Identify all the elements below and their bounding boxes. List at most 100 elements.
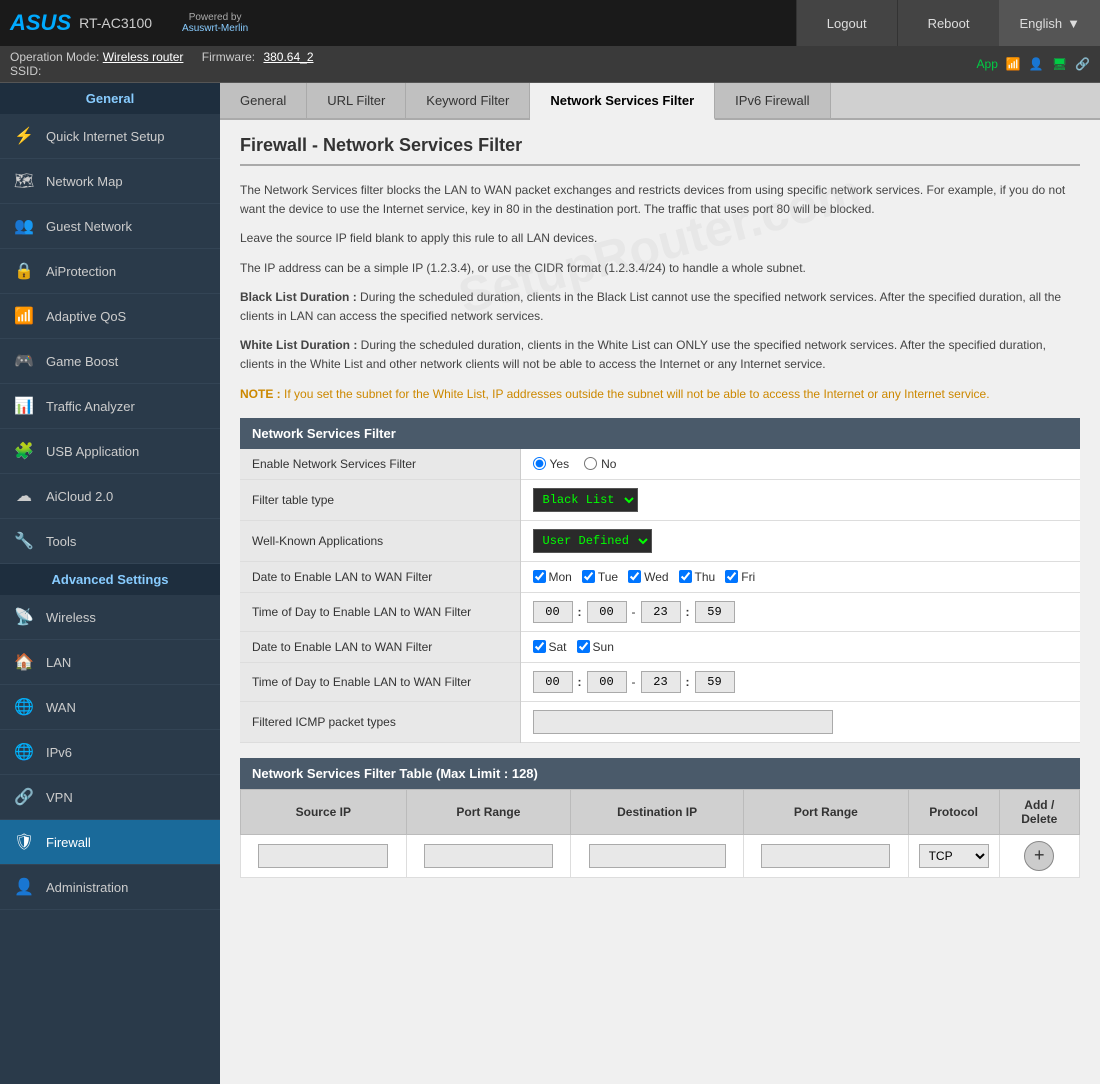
add-button[interactable]: + <box>1024 841 1054 871</box>
dash-sep-2: - <box>632 675 636 689</box>
logout-button[interactable]: Logout <box>796 0 897 46</box>
chevron-down-icon: ▼ <box>1067 16 1080 31</box>
wan-icon: 🌐 <box>12 695 36 719</box>
sidebar-label-administration: Administration <box>46 880 128 895</box>
sidebar-item-aicloud[interactable]: ☁ AiCloud 2.0 <box>0 474 220 519</box>
sidebar-item-tools[interactable]: 🔧 Tools <box>0 519 220 564</box>
row-date-weekend: Date to Enable LAN to WAN Filter Sat Sun <box>240 631 1080 662</box>
sidebar-label-aicloud: AiCloud 2.0 <box>46 489 113 504</box>
black-list-desc: Black List Duration : During the schedul… <box>240 288 1080 326</box>
administration-icon: 👤 <box>12 875 36 899</box>
enable-no-radio[interactable]: No <box>584 457 616 471</box>
sidebar-item-vpn[interactable]: 🔗 VPN <box>0 775 220 820</box>
sidebar-advanced-header: Advanced Settings <box>0 564 220 595</box>
mon-checkbox[interactable]: Mon <box>533 570 572 584</box>
filter-settings-table: Enable Network Services Filter Yes No <box>240 449 1080 743</box>
sidebar-label-firewall: Firewall <box>46 835 91 850</box>
filter-table-type-label: Filter table type <box>240 479 520 520</box>
sidebar-item-guest-network[interactable]: 👥 Guest Network <box>0 204 220 249</box>
thu-checkbox[interactable]: Thu <box>679 570 716 584</box>
traffic-analyzer-icon: 📊 <box>12 394 36 418</box>
language-button[interactable]: English ▼ <box>999 0 1100 46</box>
sidebar-label-vpn: VPN <box>46 790 73 805</box>
fri-checkbox[interactable]: Fri <box>725 570 755 584</box>
time-start-m2[interactable] <box>587 671 627 693</box>
enable-yes-label: Yes <box>550 457 570 471</box>
sidebar-item-aiprotection[interactable]: 🔒 AiProtection <box>0 249 220 294</box>
powered-by: Powered by Asuswrt-Merlin <box>172 12 258 34</box>
status-icons: App 📶 👤 🖥 🔗 <box>977 57 1090 71</box>
sidebar-item-traffic-analyzer[interactable]: 📊 Traffic Analyzer <box>0 384 220 429</box>
tab-general[interactable]: General <box>220 83 307 118</box>
tab-ipv6-firewall[interactable]: IPv6 Firewall <box>715 83 830 118</box>
well-known-select[interactable]: User Defined FTP HTTP HTTPS <box>533 529 652 553</box>
time-end-m[interactable] <box>695 601 735 623</box>
operation-mode-value[interactable]: Wireless router <box>103 50 184 64</box>
sidebar-item-lan[interactable]: 🏠 LAN <box>0 640 220 685</box>
colon-sep-4: : <box>686 675 690 689</box>
sidebar-label-aiprotection: AiProtection <box>46 264 116 279</box>
time-start-h[interactable] <box>533 601 573 623</box>
row-filter-table-type: Filter table type Black List White List <box>240 479 1080 520</box>
port-range-1-input[interactable] <box>424 844 553 868</box>
sidebar-item-usb-application[interactable]: 🧩 USB Application <box>0 429 220 474</box>
sidebar-item-quick-setup[interactable]: ⚡ Quick Internet Setup <box>0 114 220 159</box>
enable-no-input[interactable] <box>584 457 597 470</box>
filter-section-header: Network Services Filter <box>240 418 1080 449</box>
wed-checkbox[interactable]: Wed <box>628 570 668 584</box>
sidebar-item-ipv6[interactable]: 🌐 IPv6 <box>0 730 220 775</box>
ssid-label: SSID: <box>10 64 41 78</box>
time-start-m[interactable] <box>587 601 627 623</box>
tue-checkbox[interactable]: Tue <box>582 570 618 584</box>
sidebar-label-guest-network: Guest Network <box>46 219 132 234</box>
sidebar-label-ipv6: IPv6 <box>46 745 72 760</box>
sidebar-item-wireless[interactable]: 📡 Wireless <box>0 595 220 640</box>
time-weekend-label: Time of Day to Enable LAN to WAN Filter <box>240 662 520 701</box>
status-bar: Operation Mode: Wireless router Firmware… <box>0 46 1100 83</box>
bottom-section-header: Network Services Filter Table (Max Limit… <box>240 758 1080 789</box>
sidebar-item-administration[interactable]: 👤 Administration <box>0 865 220 910</box>
dest-ip-input[interactable] <box>589 844 726 868</box>
sidebar-label-wireless: Wireless <box>46 610 96 625</box>
sidebar-item-adaptive-qos[interactable]: 📶 Adaptive QoS <box>0 294 220 339</box>
aiprotection-icon: 🔒 <box>12 259 36 283</box>
monitor-icon: 🖥 <box>1052 57 1067 71</box>
sidebar-item-network-map[interactable]: 🗺 Network Map <box>0 159 220 204</box>
sidebar: General ⚡ Quick Internet Setup 🗺 Network… <box>0 83 220 1084</box>
app-label: App <box>977 57 998 71</box>
sidebar-item-game-boost[interactable]: 🎮 Game Boost <box>0 339 220 384</box>
table-header-row: Source IP Port Range Destination IP Port… <box>241 789 1080 834</box>
share-icon: 🔗 <box>1075 57 1090 71</box>
protocol-select[interactable]: TCP UDP BOTH <box>919 844 989 868</box>
port-range-2-input[interactable] <box>761 844 890 868</box>
vpn-icon: 🔗 <box>12 785 36 809</box>
tab-network-services-filter[interactable]: Network Services Filter <box>530 83 715 120</box>
firmware-value[interactable]: 380.64_2 <box>263 50 313 64</box>
time-weekday-label: Time of Day to Enable LAN to WAN Filter <box>240 592 520 631</box>
time-end-m2[interactable] <box>695 671 735 693</box>
enable-yes-input[interactable] <box>533 457 546 470</box>
row-enable-filter: Enable Network Services Filter Yes No <box>240 449 1080 480</box>
weekend-checkboxes: Sat Sun <box>533 640 1069 654</box>
sidebar-item-wan[interactable]: 🌐 WAN <box>0 685 220 730</box>
time-start-h2[interactable] <box>533 671 573 693</box>
time-weekday-group: : - : <box>533 601 1069 623</box>
sat-checkbox[interactable]: Sat <box>533 640 567 654</box>
filter-data-table: Source IP Port Range Destination IP Port… <box>240 789 1080 878</box>
sun-checkbox[interactable]: Sun <box>577 640 614 654</box>
icmp-input[interactable] <box>533 710 833 734</box>
note-label: NOTE : <box>240 387 281 401</box>
filter-table-type-select[interactable]: Black List White List <box>533 488 638 512</box>
reboot-button[interactable]: Reboot <box>897 0 1000 46</box>
tab-url-filter[interactable]: URL Filter <box>307 83 406 118</box>
dash-sep-1: - <box>632 605 636 619</box>
colon-sep-1: : <box>578 605 582 619</box>
time-end-h[interactable] <box>641 601 681 623</box>
tab-keyword-filter[interactable]: Keyword Filter <box>406 83 530 118</box>
time-end-h2[interactable] <box>641 671 681 693</box>
sidebar-item-firewall[interactable]: 🛡 Firewall <box>0 820 220 865</box>
source-ip-input[interactable] <box>258 844 388 868</box>
icmp-label: Filtered ICMP packet types <box>240 701 520 742</box>
game-boost-icon: 🎮 <box>12 349 36 373</box>
enable-yes-radio[interactable]: Yes <box>533 457 570 471</box>
